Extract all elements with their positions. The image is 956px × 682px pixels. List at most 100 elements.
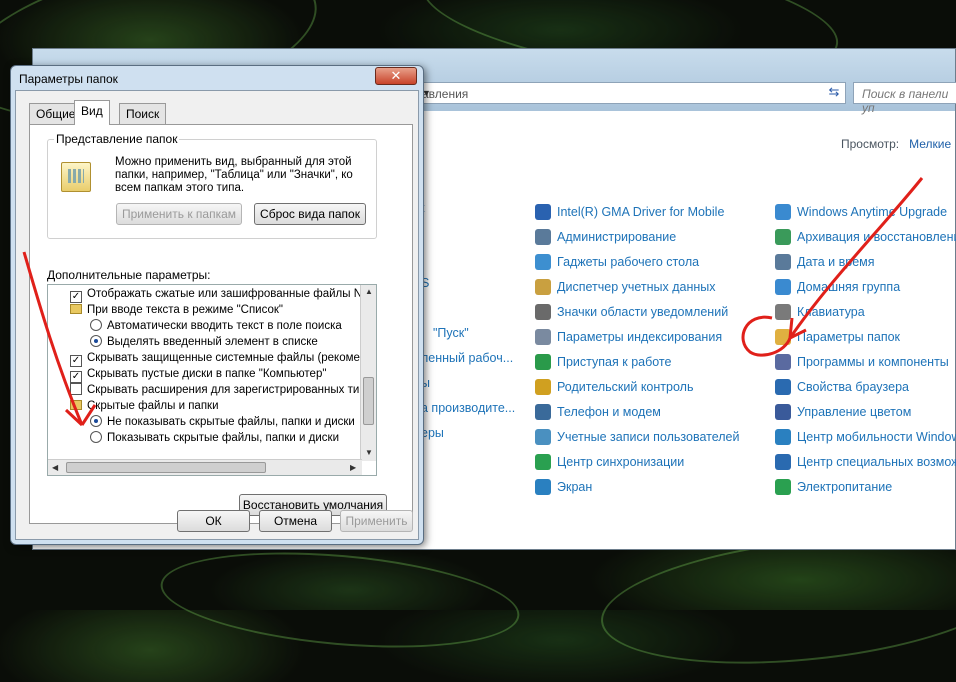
control-panel-item[interactable]: Программы и компоненты <box>775 349 956 374</box>
radio-icon[interactable] <box>90 415 102 427</box>
control-panel-item[interactable]: Экран <box>535 474 740 499</box>
control-panel-item[interactable]: Intel(R) GMA Driver for Mobile <box>535 199 740 224</box>
control-panel-item[interactable]: Центр мобильности Windows <box>775 424 956 449</box>
scroll-up-icon[interactable]: ▲ <box>365 287 373 296</box>
control-panel-item[interactable]: Родительский контроль <box>535 374 740 399</box>
scroll-thumb[interactable] <box>363 377 374 425</box>
ok-button[interactable]: ОК <box>177 510 250 532</box>
group-title: Представление папок <box>54 132 180 146</box>
chevron-down-icon[interactable]: ▼ <box>422 88 839 98</box>
cut-item[interactable]: ленный рабоч... <box>421 351 513 365</box>
control-panel-item[interactable]: Администрирование <box>535 224 740 249</box>
applet-icon <box>535 303 551 320</box>
cut-item[interactable]: "Пуск" <box>433 326 469 340</box>
applet-icon <box>775 303 791 320</box>
apply-to-folders-button[interactable]: Применить к папкам <box>116 203 242 225</box>
applet-icon <box>535 378 551 395</box>
control-panel-item[interactable]: Приступая к работе <box>535 349 740 374</box>
refresh-icon[interactable]: ⇆ <box>823 82 845 104</box>
tab-view[interactable]: Вид <box>74 100 110 125</box>
control-panel-item-label: Родительский контроль <box>557 379 694 394</box>
applet-icon <box>775 453 791 470</box>
cut-item[interactable]: а производите... <box>421 401 515 415</box>
radio-icon[interactable] <box>90 319 102 331</box>
control-panel-item[interactable]: Свойства браузера <box>775 374 956 399</box>
advanced-option-radio[interactable]: Показывать скрытые файлы, папки и диски <box>90 430 339 446</box>
control-panel-item-label: Телефон и модем <box>557 404 661 419</box>
control-panel-item-label: Центр синхронизации <box>557 454 685 469</box>
advanced-option-radio[interactable]: Не показывать скрытые файлы, папки и дис… <box>90 414 355 430</box>
applet-icon <box>535 228 551 245</box>
control-panel-item[interactable]: Домашняя группа <box>775 274 956 299</box>
option-label: Скрывать расширения для зарегистрированн… <box>87 384 372 396</box>
close-button[interactable]: ✕ <box>375 67 417 85</box>
control-panel-item-label: Диспетчер учетных данных <box>557 279 716 294</box>
control-panel-item[interactable]: Дата и время <box>775 249 956 274</box>
control-panel-item[interactable]: Электропитание <box>775 474 956 499</box>
control-panel-item[interactable]: Диспетчер учетных данных <box>535 274 740 299</box>
advanced-settings-tree[interactable]: ✓ Отображать сжатые или зашифрованные фай… <box>47 284 377 476</box>
option-label: Скрывать защищенные системные файлы (рек… <box>87 352 367 364</box>
scroll-thumb[interactable] <box>66 462 266 473</box>
control-panel-item[interactable]: Параметры индексирования <box>535 324 740 349</box>
control-panel-item[interactable]: Архивация и восстановление <box>775 224 956 249</box>
scroll-right-icon[interactable]: ▶ <box>350 463 356 472</box>
control-panel-item[interactable]: Управление цветом <box>775 399 956 424</box>
advanced-option-checkbox[interactable]: ✓ Скрывать пустые диски в папке "Компьюте… <box>70 366 327 383</box>
radio-icon[interactable] <box>90 431 102 443</box>
view-value[interactable]: Мелкие <box>909 137 951 151</box>
view-tab-pane: Представление папок Можно применить вид,… <box>29 124 413 524</box>
control-panel-item[interactable]: Клавиатура <box>775 299 956 324</box>
control-panel-item[interactable]: Значки области уведомлений <box>535 299 740 324</box>
control-panel-item[interactable]: Параметры папок <box>775 324 956 349</box>
applet-icon <box>535 203 551 220</box>
dialog-title: Параметры папок <box>19 72 118 86</box>
tab-search[interactable]: Поиск <box>119 103 167 124</box>
advanced-settings-label: Дополнительные параметры: <box>47 268 211 282</box>
advanced-option-radio[interactable]: Автоматически вводить текст в поле поиск… <box>90 318 342 334</box>
folder-views-group: Представление папок Можно применить вид,… <box>47 132 377 239</box>
option-label: Выделять введенный элемент в списке <box>107 336 318 348</box>
search-input[interactable]: Поиск в панели уп <box>853 82 956 115</box>
view-selector[interactable]: Просмотр: Мелкие <box>841 137 951 151</box>
control-panel-item-label: Архивация и восстановление <box>797 229 956 244</box>
applet-icon <box>775 228 791 245</box>
dialog-body: Общие Вид Поиск Представление папок Можн… <box>15 90 419 540</box>
cut-item[interactable]: еры <box>421 426 444 440</box>
applet-icon <box>775 478 791 495</box>
control-panel-item-label: Intel(R) GMA Driver for Mobile <box>557 204 725 219</box>
control-panel-item[interactable]: Телефон и модем <box>535 399 740 424</box>
option-label: Показывать скрытые файлы, папки и диски <box>107 432 339 444</box>
advanced-option-radio[interactable]: Выделять введенный элемент в списке <box>90 334 318 350</box>
vertical-scrollbar[interactable]: ▲ ▼ <box>360 285 376 461</box>
control-panel-item[interactable]: Гаджеты рабочего стола <box>535 249 740 274</box>
applet-icon <box>775 403 791 420</box>
scroll-down-icon[interactable]: ▼ <box>365 448 373 457</box>
applet-icon <box>775 278 791 295</box>
advanced-option-checkbox[interactable]: ✓ Скрывать защищенные системные файлы (ре… <box>70 350 367 367</box>
advanced-option-checkbox[interactable]: Скрывать расширения для зарегистрированн… <box>70 382 372 398</box>
applet-icon <box>535 278 551 295</box>
control-panel-item-label: Центр специальных возможн <box>797 454 956 469</box>
reset-folders-button[interactable]: Сброс вида папок <box>254 203 366 225</box>
option-label: При вводе текста в режиме "Список" <box>87 304 283 316</box>
radio-icon[interactable] <box>90 335 102 347</box>
address-bar[interactable]: авления ▼ <box>413 82 846 104</box>
apply-button[interactable]: Применить <box>340 510 413 532</box>
checkbox-icon[interactable] <box>70 383 82 395</box>
option-label: Автоматически вводить текст в поле поиск… <box>107 320 342 332</box>
control-panel-item[interactable]: Учетные записи пользователей <box>535 424 740 449</box>
advanced-option-checkbox[interactable]: ✓ Отображать сжатые или зашифрованные фай… <box>70 286 376 303</box>
scroll-left-icon[interactable]: ◀ <box>52 463 58 472</box>
control-panel-item[interactable]: Windows Anytime Upgrade <box>775 199 956 224</box>
applet-icon <box>535 253 551 270</box>
horizontal-scrollbar[interactable]: ◀ ▶ <box>48 459 362 475</box>
control-panel-item-label: Программы и компоненты <box>797 354 949 369</box>
control-panel-item-label: Windows Anytime Upgrade <box>797 204 948 219</box>
option-label: Скрывать пустые диски в папке "Компьютер… <box>87 368 327 380</box>
control-panel-item[interactable]: Центр специальных возможн <box>775 449 956 474</box>
control-panel-item[interactable]: Центр синхронизации <box>535 449 740 474</box>
option-label: Не показывать скрытые файлы, папки и дис… <box>107 416 355 428</box>
control-panel-column-2: Windows Anytime Upgrade Архивация и восст… <box>775 199 956 499</box>
cancel-button[interactable]: Отмена <box>259 510 332 532</box>
